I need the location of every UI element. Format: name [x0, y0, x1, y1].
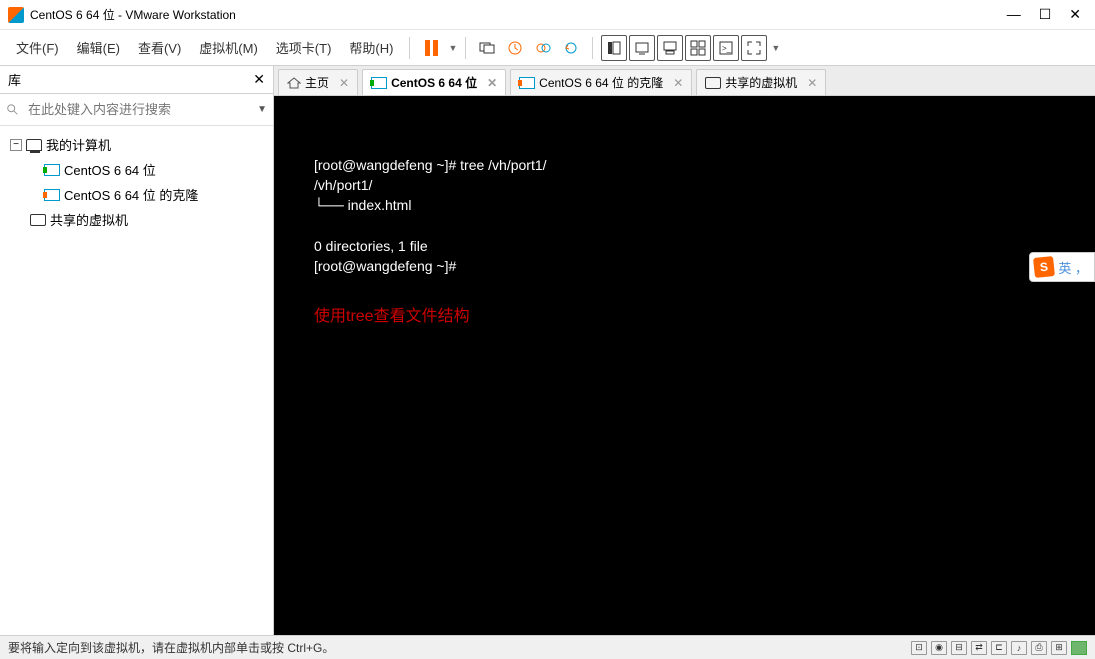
- device-network-icon[interactable]: ⇄: [971, 641, 987, 655]
- terminal-line: 0 directories, 1 file: [314, 238, 428, 254]
- tree-label: CentOS 6 64 位: [64, 160, 156, 179]
- snapshot-button[interactable]: [502, 35, 528, 61]
- titlebar: CentOS 6 64 位 - VMware Workstation — ☐ ✕: [0, 0, 1095, 30]
- device-sound-icon[interactable]: ♪: [1011, 641, 1027, 655]
- device-cd-icon[interactable]: ◉: [931, 641, 947, 655]
- search-icon: [4, 101, 22, 119]
- view-console-button[interactable]: [629, 35, 655, 61]
- tree-root-my-computer[interactable]: − 我的计算机: [4, 132, 269, 157]
- menu-tabs[interactable]: 选项卡(T): [268, 34, 340, 61]
- search-dropdown[interactable]: ▼: [255, 102, 269, 117]
- tab-shared-vms[interactable]: 共享的虚拟机 ✕: [696, 69, 826, 95]
- status-icons: ⊡ ◉ ⊟ ⇄ ⊏ ♪ ⎙ ⊞: [911, 641, 1087, 655]
- device-floppy-icon[interactable]: ⊟: [951, 641, 967, 655]
- window-title: CentOS 6 64 位 - VMware Workstation: [30, 6, 236, 23]
- terminal-line: [root@wangdefeng ~]#: [314, 258, 460, 274]
- library-tree: − 我的计算机 CentOS 6 64 位 CentOS 6 64 位 的克隆 …: [0, 126, 273, 238]
- tree-item-centos[interactable]: CentOS 6 64 位: [4, 157, 269, 182]
- menu-vm[interactable]: 虚拟机(M): [191, 34, 266, 61]
- ime-toolbar[interactable]: S 英 ，: [1029, 252, 1095, 282]
- menu-file[interactable]: 文件(F): [8, 34, 67, 61]
- vm-running-icon: [44, 164, 60, 176]
- fullscreen-dropdown[interactable]: ▼: [771, 43, 780, 53]
- status-text: 要将输入定向到该虚拟机，请在虚拟机内部单击或按 Ctrl+G。: [8, 639, 334, 656]
- revert-button[interactable]: [558, 35, 584, 61]
- terminal-line: /vh/port1/: [314, 177, 372, 193]
- terminal-line: [root@wangdefeng ~]# tree /vh/port1/: [314, 157, 547, 173]
- tree-label: CentOS 6 64 位 的克隆: [64, 185, 198, 204]
- svg-text:>_: >_: [722, 44, 732, 53]
- tab-label: CentOS 6 64 位 的克隆: [539, 74, 663, 91]
- library-header: 库 ✕: [0, 66, 273, 94]
- device-printer-icon[interactable]: ⎙: [1031, 641, 1047, 655]
- menu-view[interactable]: 查看(V): [130, 34, 189, 61]
- main-area: 库 ✕ ▼ − 我的计算机 CentOS 6 64 位 CentOS 6 64 …: [0, 66, 1095, 635]
- sogou-logo-icon: S: [1033, 256, 1055, 278]
- menubar: 文件(F) 编辑(E) 查看(V) 虚拟机(M) 选项卡(T) 帮助(H) ▼ …: [0, 30, 1095, 66]
- menu-edit[interactable]: 编辑(E): [69, 34, 128, 61]
- collapse-icon[interactable]: −: [10, 139, 22, 151]
- content-area: 主页 ✕ CentOS 6 64 位 ✕ CentOS 6 64 位 的克隆 ✕…: [274, 66, 1095, 635]
- tab-centos[interactable]: CentOS 6 64 位 ✕: [362, 69, 506, 95]
- tree-item-centos-clone[interactable]: CentOS 6 64 位 的克隆: [4, 182, 269, 207]
- tree-shared-vms[interactable]: 共享的虚拟机: [4, 207, 269, 232]
- library-title: 库: [8, 70, 21, 89]
- app-icon: [8, 7, 24, 23]
- tab-label: CentOS 6 64 位: [391, 74, 477, 91]
- tab-label: 主页: [305, 74, 329, 91]
- tree-label: 我的计算机: [46, 135, 111, 154]
- send-ctrl-alt-del-button[interactable]: [474, 35, 500, 61]
- library-close-button[interactable]: ✕: [253, 71, 265, 88]
- search-input[interactable]: [26, 98, 251, 121]
- tab-close-button[interactable]: ✕: [339, 76, 349, 90]
- terminal[interactable]: [root@wangdefeng ~]# tree /vh/port1/ /vh…: [274, 96, 1095, 635]
- tab-label: 共享的虚拟机: [725, 74, 797, 91]
- minimize-button[interactable]: —: [1007, 6, 1021, 23]
- snapshot-manager-button[interactable]: [530, 35, 556, 61]
- window-controls: — ☐ ✕: [1007, 6, 1087, 23]
- view-thumbnail-button[interactable]: [657, 35, 683, 61]
- library-search: ▼: [0, 94, 273, 126]
- tab-close-button[interactable]: ✕: [807, 76, 817, 90]
- device-disk-icon[interactable]: ⊡: [911, 641, 927, 655]
- fullscreen-button[interactable]: [741, 35, 767, 61]
- device-usb-icon[interactable]: ⊏: [991, 641, 1007, 655]
- terminal-line: └── index.html: [314, 197, 411, 213]
- shared-icon: [30, 214, 46, 226]
- tab-bar: 主页 ✕ CentOS 6 64 位 ✕ CentOS 6 64 位 的克隆 ✕…: [274, 66, 1095, 96]
- statusbar: 要将输入定向到该虚拟机，请在虚拟机内部单击或按 Ctrl+G。 ⊡ ◉ ⊟ ⇄ …: [0, 635, 1095, 659]
- vm-stopped-icon: [44, 189, 60, 201]
- view-unity-button[interactable]: [685, 35, 711, 61]
- vm-running-icon: [371, 77, 387, 89]
- console-view-button[interactable]: >_: [713, 35, 739, 61]
- home-icon: [287, 77, 301, 89]
- vm-stopped-icon: [519, 77, 535, 89]
- close-button[interactable]: ✕: [1069, 6, 1081, 23]
- menu-help[interactable]: 帮助(H): [341, 34, 401, 61]
- annotation-text: 使用tree查看文件结构: [314, 307, 1055, 328]
- library-panel: 库 ✕ ▼ − 我的计算机 CentOS 6 64 位 CentOS 6 64 …: [0, 66, 274, 635]
- ime-mode-label: 英 ，: [1058, 258, 1088, 277]
- messages-icon[interactable]: [1071, 641, 1087, 655]
- tab-close-button[interactable]: ✕: [673, 76, 683, 90]
- computer-icon: [26, 139, 42, 151]
- pause-button[interactable]: [418, 35, 444, 61]
- tab-home[interactable]: 主页 ✕: [278, 69, 358, 95]
- view-single-button[interactable]: [601, 35, 627, 61]
- tab-centos-clone[interactable]: CentOS 6 64 位 的克隆 ✕: [510, 69, 692, 95]
- shared-icon: [705, 77, 721, 89]
- pause-dropdown[interactable]: ▼: [448, 43, 457, 53]
- device-display-icon[interactable]: ⊞: [1051, 641, 1067, 655]
- maximize-button[interactable]: ☐: [1039, 6, 1052, 23]
- tree-label: 共享的虚拟机: [50, 210, 128, 229]
- tab-close-button[interactable]: ✕: [487, 76, 497, 90]
